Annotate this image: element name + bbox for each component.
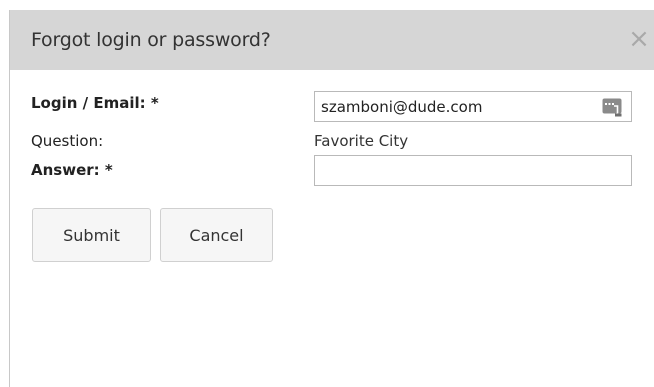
answer-label: Answer: * [31, 161, 113, 179]
submit-button[interactable]: Submit [32, 208, 151, 262]
question-label: Question: [31, 132, 104, 150]
dialog-titlebar: Forgot login or password? × [10, 10, 654, 70]
forgot-password-dialog: Forgot login or password? × Login / Emai… [9, 10, 654, 387]
dialog-title: Forgot login or password? [31, 29, 271, 51]
answer-input[interactable] [314, 155, 632, 186]
login-email-input[interactable] [314, 91, 632, 122]
close-icon[interactable]: × [623, 24, 654, 54]
cancel-button[interactable]: Cancel [160, 208, 273, 262]
question-value: Favorite City [314, 132, 409, 150]
login-email-label: Login / Email: * [31, 94, 159, 112]
password-manager-icon[interactable] [602, 98, 622, 117]
